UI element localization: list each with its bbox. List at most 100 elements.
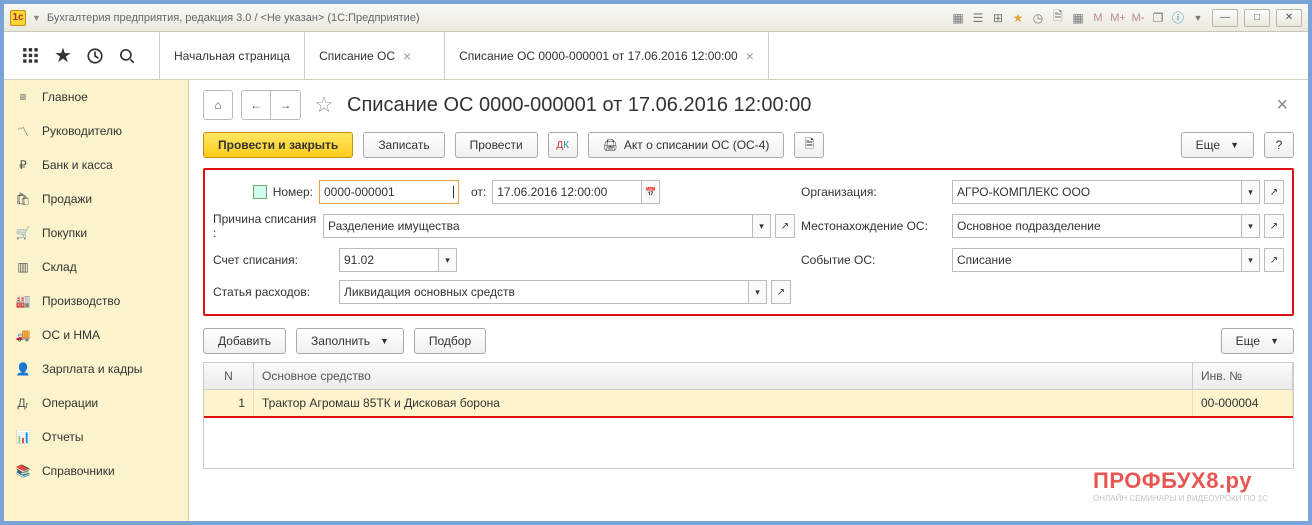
number-label: Номер: <box>213 185 313 199</box>
close-page-button[interactable]: × <box>1270 94 1294 117</box>
tab-writeoff-doc[interactable]: Списание ОС 0000-000001 от 17.06.2016 12… <box>445 32 769 79</box>
trend-icon: 〽 <box>14 122 32 140</box>
clock-icon[interactable]: ◷ <box>1030 10 1046 26</box>
open-button[interactable]: ↗ <box>1264 214 1284 238</box>
open-button[interactable]: ↗ <box>1264 248 1284 272</box>
open-button[interactable]: ↗ <box>775 214 795 238</box>
minimize-button[interactable]: — <box>1212 9 1238 27</box>
sidebar-item-assets[interactable]: 🚚ОС и НМА <box>4 318 188 352</box>
org-input[interactable]: АГРО-КОМПЛЕКС ООО <box>952 180 1242 204</box>
expense-label: Статья расходов: <box>213 285 333 299</box>
btn-label: Провести <box>470 138 523 152</box>
event-label: Событие ОС: <box>801 253 946 267</box>
sidebar-item-salary[interactable]: 👤Зарплата и кадры <box>4 352 188 386</box>
mplus-icon[interactable]: M+ <box>1110 10 1126 26</box>
window-icon[interactable]: ❐ <box>1150 10 1166 26</box>
sidebar-item-bank[interactable]: ₽Банк и касса <box>4 148 188 182</box>
calendar-button[interactable]: 📅 <box>642 180 660 204</box>
open-button[interactable]: ↗ <box>771 280 791 304</box>
save-button[interactable]: Записать <box>363 132 444 158</box>
favorite-icon[interactable]: ★ <box>54 47 72 65</box>
close-icon[interactable]: × <box>746 48 754 64</box>
th-name[interactable]: Основное средство <box>254 363 1193 389</box>
sidebar-item-label: Главное <box>42 90 88 104</box>
chevron-down-icon: ▼ <box>380 336 389 346</box>
th-number[interactable]: N <box>204 363 254 389</box>
dropdown-icon[interactable]: ▼ <box>32 13 41 23</box>
sidebar-item-reports[interactable]: 📊Отчеты <box>4 420 188 454</box>
help-button[interactable]: ? <box>1264 132 1294 158</box>
table-empty-area[interactable] <box>204 418 1293 468</box>
date-label: от: <box>471 185 486 199</box>
file-icon: 🗎 <box>805 135 815 156</box>
dropdown-button[interactable]: ▾ <box>749 280 767 304</box>
reason-input[interactable]: Разделение имущества <box>323 214 753 238</box>
sidebar-item-label: Продажи <box>42 192 92 206</box>
mminus-icon[interactable]: M- <box>1130 10 1146 26</box>
cart-icon: 🛒 <box>14 224 32 242</box>
tab-writeoff-list[interactable]: Списание ОС× <box>305 32 445 79</box>
star-icon[interactable]: ★ <box>1010 10 1026 26</box>
th-inv[interactable]: Инв. № <box>1193 363 1293 389</box>
cal-icon[interactable]: ▦ <box>1070 10 1086 26</box>
ruble-icon: ₽ <box>14 156 32 174</box>
dtct-button[interactable]: ДК <box>548 132 578 158</box>
note-icon[interactable]: ☰ <box>970 10 986 26</box>
apps-icon[interactable] <box>22 47 40 65</box>
dropdown-button[interactable]: ▾ <box>753 214 771 238</box>
sidebar-item-purchase[interactable]: 🛒 Покупки <box>4 216 188 250</box>
chevron-down-icon: ▼ <box>1230 140 1239 150</box>
dropdown-button[interactable]: ▾ <box>1242 180 1260 204</box>
more-button[interactable]: Еще▼ <box>1181 132 1254 158</box>
org-label: Организация: <box>801 185 946 199</box>
sidebar-item-warehouse[interactable]: ▥Склад <box>4 250 188 284</box>
open-button[interactable]: ↗ <box>1264 180 1284 204</box>
number-input[interactable]: 0000-000001 <box>319 180 459 204</box>
close-window-button[interactable]: ✕ <box>1276 9 1302 27</box>
sidebar-item-catalogs[interactable]: 📚Справочники <box>4 454 188 488</box>
sidebar-item-label: Покупки <box>42 226 87 240</box>
sidebar-item-manager[interactable]: 〽Руководителю <box>4 114 188 148</box>
calc-icon[interactable]: ⊞ <box>990 10 1006 26</box>
favorite-button[interactable]: ☆ <box>309 90 339 120</box>
dtct-icon: ДК <box>556 140 569 151</box>
table-row[interactable]: 1 Трактор Агромаш 85ТК и Дисковая борона… <box>204 390 1293 418</box>
attach-button[interactable]: 🗎 <box>794 132 824 158</box>
dropdown-button[interactable]: ▾ <box>1242 214 1260 238</box>
sidebar-item-operations[interactable]: ДᵣОперации <box>4 386 188 420</box>
dropdown-button[interactable]: ▾ <box>439 248 457 272</box>
add-button[interactable]: Добавить <box>203 328 286 354</box>
search-icon[interactable] <box>118 47 136 65</box>
post-close-button[interactable]: Провести и закрыть <box>203 132 353 158</box>
fill-button[interactable]: Заполнить▼ <box>296 328 404 354</box>
grid-icon[interactable]: ▦ <box>950 10 966 26</box>
home-button[interactable]: ⌂ <box>203 90 233 120</box>
expense-input[interactable]: Ликвидация основных средств <box>339 280 749 304</box>
menu-icon: ≡ <box>14 88 32 106</box>
table-more-button[interactable]: Еще▼ <box>1221 328 1294 354</box>
info-icon[interactable]: ⓘ <box>1170 10 1186 26</box>
sidebar-item-main[interactable]: ≡ Главное <box>4 80 188 114</box>
sidebar-item-production[interactable]: 🏭Производство <box>4 284 188 318</box>
act-button[interactable]: 🖨Акт о списании ОС (ОС-4) <box>588 132 785 158</box>
new-icon[interactable]: 🗎 <box>1050 10 1066 26</box>
back-button[interactable]: ← <box>241 90 271 120</box>
tab-home[interactable]: Начальная страница <box>159 32 305 79</box>
m-icon[interactable]: M <box>1090 10 1106 26</box>
title-toolbar: ▦ ☰ ⊞ ★ ◷ 🗎 ▦ M M+ M- ❐ ⓘ ▼ — □ ✕ <box>950 9 1302 27</box>
date-input[interactable]: 17.06.2016 12:00:00 <box>492 180 642 204</box>
post-button[interactable]: Провести <box>455 132 538 158</box>
forward-button[interactable]: → <box>271 90 301 120</box>
maximize-button[interactable]: □ <box>1244 9 1270 27</box>
account-input[interactable]: 91.02 <box>339 248 439 272</box>
location-input[interactable]: Основное подразделение <box>952 214 1242 238</box>
dropdown-button[interactable]: ▾ <box>1242 248 1260 272</box>
pick-button[interactable]: Подбор <box>414 328 486 354</box>
sidebar-item-sales[interactable]: 🛍Продажи <box>4 182 188 216</box>
menu-caret-icon[interactable]: ▼ <box>1190 10 1206 26</box>
event-input[interactable]: Списание <box>952 248 1242 272</box>
event-value: Списание <box>957 253 1012 267</box>
history-icon[interactable] <box>86 47 104 65</box>
td-name: Трактор Агромаш 85ТК и Дисковая борона <box>254 390 1193 416</box>
close-icon[interactable]: × <box>403 48 411 64</box>
